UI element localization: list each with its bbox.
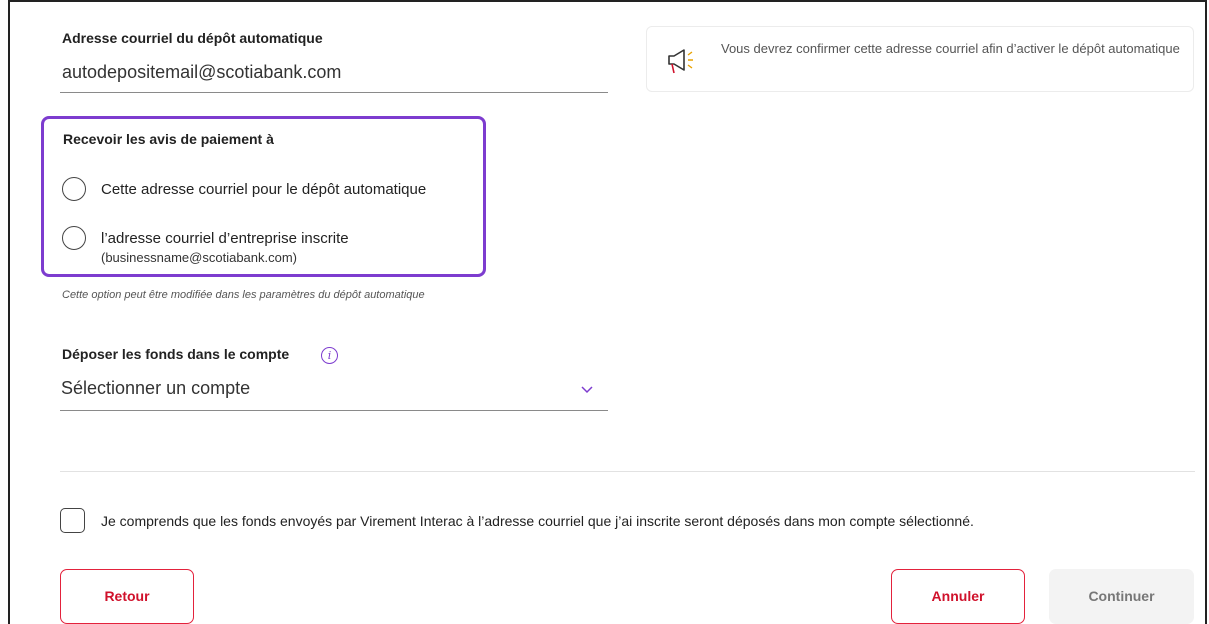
radio-autodeposit-email[interactable] — [62, 177, 86, 201]
account-select[interactable]: Sélectionner un compte — [60, 372, 608, 410]
agreement-text: Je comprends que les fonds envoyés par V… — [101, 513, 974, 529]
email-field-value[interactable]: autodepositemail@scotiabank.com — [62, 62, 341, 83]
account-select-placeholder: Sélectionner un compte — [61, 378, 251, 398]
radio-business-email[interactable] — [62, 226, 86, 250]
continue-button[interactable]: Continuer — [1049, 569, 1194, 624]
radio-business-email-sub: (businessname@scotiabank.com) — [101, 250, 298, 265]
notice-text: Vous devrez confirmer cette adresse cour… — [721, 41, 1180, 56]
back-button[interactable]: Retour — [60, 569, 194, 624]
account-select-underline — [60, 410, 608, 411]
chevron-down-icon — [580, 382, 594, 396]
notification-group: Recevoir les avis de paiement à Cette ad… — [41, 116, 486, 277]
page-frame — [8, 0, 1207, 624]
radio-autodeposit-email-label[interactable]: Cette adresse courriel pour le dépôt aut… — [101, 181, 426, 198]
cancel-button[interactable]: Annuler — [891, 569, 1025, 624]
notification-group-label: Recevoir les avis de paiement à — [63, 131, 274, 147]
megaphone-icon — [665, 45, 699, 75]
radio-business-email-label[interactable]: l’adresse courriel d’entreprise inscrite — [101, 230, 349, 247]
email-field-label: Adresse courriel du dépôt automatique — [62, 30, 323, 46]
email-field-underline — [60, 92, 608, 93]
notification-hint: Cette option peut être modifiée dans les… — [62, 289, 425, 301]
agreement-checkbox[interactable] — [60, 508, 85, 533]
notice-box: Vous devrez confirmer cette adresse cour… — [646, 26, 1194, 92]
section-divider — [60, 471, 1195, 472]
deposit-account-label: Déposer les fonds dans le compte — [62, 346, 290, 362]
info-icon[interactable]: i — [321, 347, 338, 364]
